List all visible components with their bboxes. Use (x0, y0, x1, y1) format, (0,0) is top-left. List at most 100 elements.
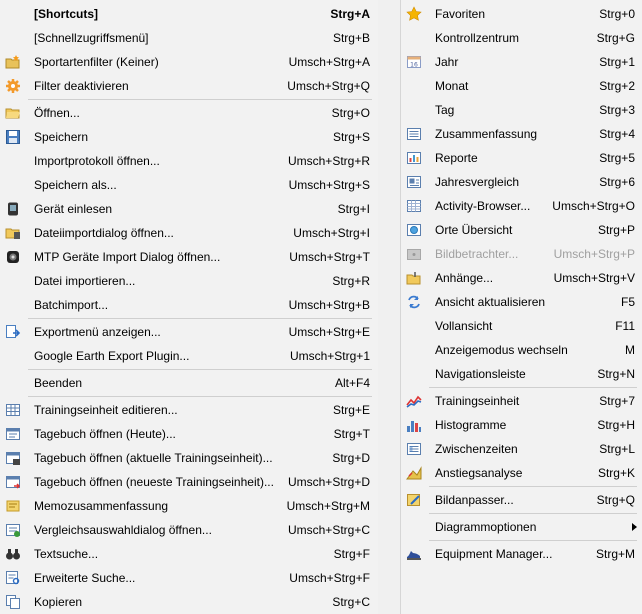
menu-item-beenden[interactable]: Beenden Alt+F4 (0, 371, 378, 395)
menu-item-shortcut: Strg+N (597, 367, 635, 381)
camera-icon (5, 249, 21, 265)
menu-item-label: Ansicht aktualisieren (435, 295, 546, 309)
menu-item-label: Zusammenfassung (435, 127, 538, 141)
menu-item-shortcut: Strg+P (597, 223, 635, 237)
menu-item-shortcuts[interactable]: [Shortcuts] Strg+A (0, 2, 378, 26)
menu-item-textsuche[interactable]: Textsuche... Strg+F (0, 542, 378, 566)
menu-item-dateiimportdialog-oeffnen[interactable]: Dateiimportdialog öffnen... Umsch+Strg+I (0, 221, 378, 245)
menu-item-shortcut: F11 (615, 319, 635, 333)
menu-item-tagebuch-oeffnen-aktuelle-trainingseinheit[interactable]: Tagebuch öffnen (aktuelle Trainingseinhe… (0, 446, 378, 470)
menu-item-reporte[interactable]: Reporte Strg+5 (401, 146, 642, 170)
menu-item-shortcut: Umsch+Strg+F (289, 571, 370, 585)
menu-item-erweiterte-suche[interactable]: Erweiterte Suche... Umsch+Strg+F (0, 566, 378, 590)
menu-item-bildanpasser[interactable]: Bildanpasser... Strg+Q (401, 488, 642, 512)
menu-item-vergleichsauswahldialog-oeffnen[interactable]: Vergleichsauswahldialog öffnen... Umsch+S… (0, 518, 378, 542)
menu-item-label: Navigationsleiste (435, 367, 526, 381)
menu-item-anhaenge[interactable]: Anhänge... Umsch+Strg+V (401, 266, 642, 290)
menu-item-orte-uebersicht[interactable]: Orte Übersicht Strg+P (401, 218, 642, 242)
menu-item-label: Trainingseinheit (435, 394, 520, 408)
menu-item-shortcut: Umsch+Strg+Q (287, 79, 370, 93)
menu-item-sportartenfilter-keiner[interactable]: Sportartenfilter (Keiner) Umsch+Strg+A (0, 50, 378, 74)
menu-item-label: Diagrammoptionen (435, 520, 537, 534)
menu-item-shortcut: Strg+1 (599, 55, 635, 69)
menu-item-importprotokoll-oeffnen[interactable]: Importprotokoll öffnen... Umsch+Strg+R (0, 149, 378, 173)
menu-item-ansicht-aktualisieren[interactable]: Ansicht aktualisieren F5 (401, 290, 642, 314)
gear-orange-icon (5, 78, 21, 94)
menu-item-google-earth-export-plugin[interactable]: Google Earth Export Plugin... Umsch+Strg+… (0, 344, 378, 368)
menu-item-shortcut: Strg+5 (599, 151, 635, 165)
menu-item-oeffnen[interactable]: Öffnen... Strg+O (0, 101, 378, 125)
menu-separator (28, 396, 372, 397)
menu-separator (429, 486, 637, 487)
menu-item-jahr[interactable]: 16 Jahr Strg+1 (401, 50, 642, 74)
menu-item-label: MTP Geräte Import Dialog öffnen... (34, 250, 221, 264)
floppy-icon (5, 129, 21, 145)
menu-item-label: Gerät einlesen (34, 202, 113, 216)
menu-item-label: Jahresvergleich (435, 175, 520, 189)
menu-item-filter-deaktivieren[interactable]: Filter deaktivieren Umsch+Strg+Q (0, 74, 378, 98)
menu-item-mtp-geraete-import-dialog-oeffnen[interactable]: MTP Geräte Import Dialog öffnen... Umsch+… (0, 245, 378, 269)
menu-item-shortcut: Strg+C (332, 595, 370, 609)
menu-item-trainingseinheit[interactable]: Trainingseinheit Strg+7 (401, 389, 642, 413)
menu-item-label: Batchimport... (34, 298, 109, 312)
menu-item-zusammenfassung[interactable]: Zusammenfassung Strg+4 (401, 122, 642, 146)
menu-item-shortcut: Strg+6 (599, 175, 635, 189)
menu-item-shortcut: Strg+0 (599, 7, 635, 21)
menu-item-datei-importieren[interactable]: Datei importieren... Strg+R (0, 269, 378, 293)
menu-item-geraet-einlesen[interactable]: Gerät einlesen Strg+I (0, 197, 378, 221)
menu-item-vollansicht[interactable]: Vollansicht F11 (401, 314, 642, 338)
menu-item-kopieren[interactable]: Kopieren Strg+C (0, 590, 378, 614)
menu-item-shortcut: Umsch+Strg+M (286, 499, 370, 513)
menu-item-shortcut: Umsch+Strg+E (288, 325, 370, 339)
menu-item-jahresvergleich[interactable]: Jahresvergleich Strg+6 (401, 170, 642, 194)
menu-item-tagebuch-oeffnen-neueste-trainingseinheit[interactable]: Tagebuch öffnen (neueste Trainingseinhei… (0, 470, 378, 494)
submenu-arrow-icon (632, 523, 637, 531)
menu-item-label: Google Earth Export Plugin... (34, 349, 190, 363)
menu-item-batchimport[interactable]: Batchimport... Umsch+Strg+B (0, 293, 378, 317)
menu-item-speichern[interactable]: Speichern Strg+S (0, 125, 378, 149)
menu-item-anstiegsanalyse[interactable]: Anstiegsanalyse Strg+K (401, 461, 642, 485)
menu-item-tag[interactable]: Tag Strg+3 (401, 98, 642, 122)
menu-separator (28, 369, 372, 370)
menu-item-navigationsleiste[interactable]: Navigationsleiste Strg+N (401, 362, 642, 386)
report-chart-icon (406, 150, 422, 166)
menu-item-shortcut: Strg+L (599, 442, 635, 456)
menu-item-tagebuch-oeffnen-heute[interactable]: Tagebuch öffnen (Heute)... Strg+T (0, 422, 378, 446)
menu-item-shortcut: Umsch+Strg+A (288, 55, 370, 69)
menu-item-speichern-als[interactable]: Speichern als... Umsch+Strg+S (0, 173, 378, 197)
menu-item-shortcut: Strg+O (331, 106, 370, 120)
menu-separator (28, 318, 372, 319)
menu-item-schnellzugriffsmenue[interactable]: [Schnellzugriffsmenü] Strg+B (0, 26, 378, 50)
menu-item-shortcut: Strg+D (332, 451, 370, 465)
menu-item-label: Bildanpasser... (435, 493, 514, 507)
menu-item-activity-browser[interactable]: Activity-Browser... Umsch+Strg+O (401, 194, 642, 218)
menu-item-shortcut: Strg+G (596, 31, 635, 45)
menu-item-shortcut: Umsch+Strg+S (288, 178, 370, 192)
menu-item-trainingseinheit-editieren[interactable]: Trainingseinheit editieren... Strg+E (0, 398, 378, 422)
menu-item-label: Reporte (435, 151, 478, 165)
menu-item-label: Speichern als... (34, 178, 117, 192)
menu-item-bildbetrachter: Bildbetrachter... Umsch+Strg+P (401, 242, 642, 266)
search-list-icon (5, 570, 21, 586)
calendar-current-icon (5, 450, 21, 466)
menu-item-diagrammoptionen[interactable]: Diagrammoptionen (401, 515, 642, 539)
menu-item-equipment-manager[interactable]: Equipment Manager... Strg+M (401, 542, 642, 566)
menu-item-anzeigemodus-wechseln[interactable]: Anzeigemodus wechseln M (401, 338, 642, 362)
menu-item-favoriten[interactable]: Favoriten Strg+0 (401, 2, 642, 26)
export-icon (5, 324, 21, 340)
compare-icon (5, 522, 21, 538)
menu-item-exportmenue-anzeigen[interactable]: Exportmenü anzeigen... Umsch+Strg+E (0, 320, 378, 344)
menu-item-zwischenzeiten[interactable]: Zwischenzeiten Strg+L (401, 437, 642, 461)
summary-icon (406, 126, 422, 142)
menu-item-label: Exportmenü anzeigen... (34, 325, 161, 339)
menu-item-label: Beenden (34, 376, 83, 390)
menu-item-label: Tagebuch öffnen (aktuelle Trainingseinhe… (34, 451, 273, 465)
menu-item-label: Tagebuch öffnen (neueste Trainingseinhei… (34, 475, 274, 489)
menu-item-shortcut: Strg+4 (599, 127, 635, 141)
menu-item-histogramme[interactable]: Histogramme Strg+H (401, 413, 642, 437)
menu-item-monat[interactable]: Monat Strg+2 (401, 74, 642, 98)
menu-item-shortcut: F5 (620, 295, 635, 309)
menu-item-kontrollzentrum[interactable]: Kontrollzentrum Strg+G (401, 26, 642, 50)
menu-item-memozusammenfassung[interactable]: Memozusammenfassung Umsch+Strg+M (0, 494, 378, 518)
menu-item-shortcut: Umsch+Strg+D (287, 475, 370, 489)
